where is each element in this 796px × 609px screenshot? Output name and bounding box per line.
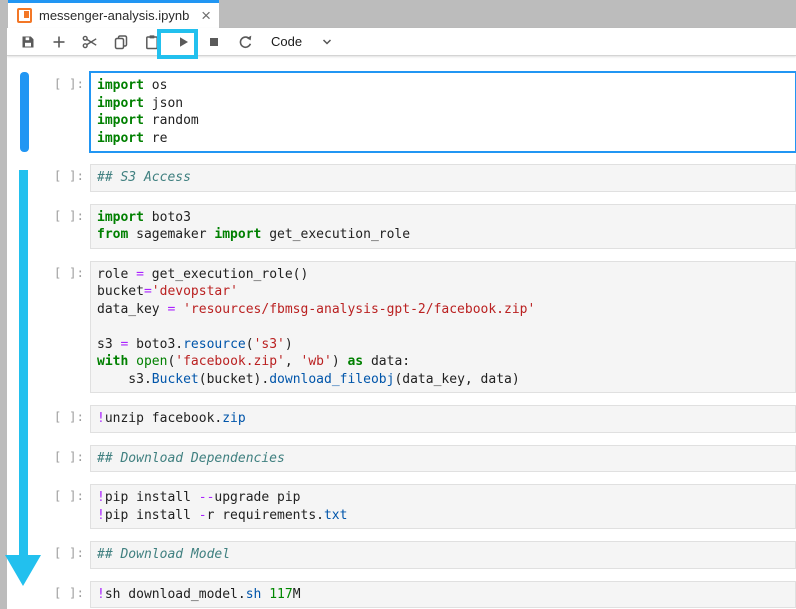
code-line xyxy=(97,318,789,336)
cell-editor-active[interactable]: import osimport jsonimport randomimport … xyxy=(90,72,796,152)
code-line: ## Download Dependencies xyxy=(97,450,789,468)
notebook-file-icon xyxy=(17,8,32,23)
notebook-cell: [ ]:import osimport jsonimport randomimp… xyxy=(7,72,796,152)
code-line: import boto3 xyxy=(97,209,789,227)
code-line: !pip install --upgrade pip xyxy=(97,489,789,507)
scissors-icon xyxy=(81,33,99,51)
cell-editor[interactable]: !unzip facebook.zip xyxy=(90,405,796,433)
tab-messenger-analysis[interactable]: messenger-analysis.ipynb × xyxy=(8,0,219,28)
add-cell-button[interactable] xyxy=(44,28,74,55)
notebook-cell: [ ]:import boto3from sagemaker import ge… xyxy=(7,204,796,249)
plus-icon xyxy=(50,33,68,51)
notebook-cell: [ ]:role = get_execution_role()bucket='d… xyxy=(7,261,796,394)
notebook-toolbar: Code xyxy=(7,28,796,56)
code-line: !sh download_model.sh 117M xyxy=(97,586,789,604)
notebook-panel: [ ]:import osimport jsonimport randomimp… xyxy=(7,57,796,609)
cell-editor[interactable]: !sh download_model.sh 117M xyxy=(90,581,796,609)
stop-icon xyxy=(205,33,223,51)
code-line: from sagemaker import get_execution_role xyxy=(97,226,789,244)
code-line: import re xyxy=(97,130,789,148)
run-button-highlight-annotation xyxy=(157,29,198,59)
notebook-cell: [ ]:!pip install --upgrade pip!pip insta… xyxy=(7,484,796,529)
copy-icon xyxy=(112,33,130,51)
code-line: !pip install -r requirements.txt xyxy=(97,507,789,525)
code-line: data_key = 'resources/fbmsg-analysis-gpt… xyxy=(97,301,789,319)
code-line: ## Download Model xyxy=(97,546,789,564)
code-line: import json xyxy=(97,95,789,113)
close-icon[interactable]: × xyxy=(201,7,211,24)
tab-title: messenger-analysis.ipynb xyxy=(39,8,189,23)
code-line: role = get_execution_role() xyxy=(97,266,789,284)
code-line: s3.Bucket(bucket).download_fileobj(data_… xyxy=(97,371,789,389)
code-line: s3 = boto3.resource('s3') xyxy=(97,336,789,354)
notebook-cell: [ ]:## Download Dependencies xyxy=(7,445,796,473)
code-line: !unzip facebook.zip xyxy=(97,410,789,428)
copy-button[interactable] xyxy=(106,28,136,55)
code-line: with open('facebook.zip', 'wb') as data: xyxy=(97,353,789,371)
cell-editor[interactable]: !pip install --upgrade pip!pip install -… xyxy=(90,484,796,529)
notebook-cell: [ ]:## Download Model xyxy=(7,541,796,569)
active-cell-indicator-bar xyxy=(20,72,29,152)
stop-button[interactable] xyxy=(199,28,229,55)
cell-type-dropdown[interactable]: Code xyxy=(271,34,333,49)
notebook-cell: [ ]:!sh download_model.sh 117M xyxy=(7,581,796,609)
notebook-cell: [ ]:## S3 Access xyxy=(7,164,796,192)
code-line: import random xyxy=(97,112,789,130)
chevron-down-icon xyxy=(321,37,333,47)
save-icon xyxy=(19,33,37,51)
restart-icon xyxy=(236,33,254,51)
restart-kernel-button[interactable] xyxy=(230,28,260,55)
notebook-cell: [ ]:!unzip facebook.zip xyxy=(7,405,796,433)
code-line: import os xyxy=(97,77,789,95)
cell-editor[interactable]: ## Download Model xyxy=(90,541,796,569)
cell-list: [ ]:import osimport jsonimport randomimp… xyxy=(7,72,796,608)
window-left-edge xyxy=(0,0,7,609)
code-line: bucket='devopstar' xyxy=(97,283,789,301)
cell-editor[interactable]: import boto3from sagemaker import get_ex… xyxy=(90,204,796,249)
cell-type-value: Code xyxy=(271,34,302,49)
tab-bar: messenger-analysis.ipynb × xyxy=(0,0,796,28)
cell-editor[interactable]: role = get_execution_role()bucket='devop… xyxy=(90,261,796,394)
scroll-down-arrow-shaft xyxy=(19,170,28,556)
cell-editor[interactable]: ## S3 Access xyxy=(90,164,796,192)
cut-button[interactable] xyxy=(75,28,105,55)
save-button[interactable] xyxy=(13,28,43,55)
scroll-down-arrow-head xyxy=(5,555,41,586)
code-line: ## S3 Access xyxy=(97,169,789,187)
cell-editor[interactable]: ## Download Dependencies xyxy=(90,445,796,473)
